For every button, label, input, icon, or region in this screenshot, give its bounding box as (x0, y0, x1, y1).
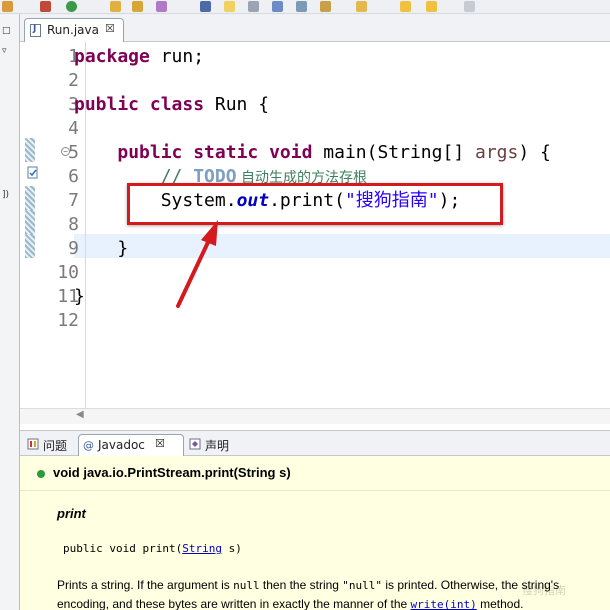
tab-label: Run.java (47, 23, 99, 37)
tab-label: Javadoc (98, 438, 145, 452)
javadoc-declaration: public void print(String s) (63, 542, 242, 555)
left-panel-edge: □ ▿ ]) (0, 14, 20, 610)
javadoc-icon: @ (83, 439, 94, 451)
toolbar-outline-icon[interactable] (296, 1, 307, 12)
string-type-link[interactable]: String (182, 542, 222, 555)
java-file-icon (30, 24, 41, 37)
scroll-left-icon[interactable]: ◀ (76, 409, 84, 420)
code-text-segment: } (74, 286, 85, 307)
watermark-logo: 搜狗指南 (522, 584, 566, 597)
toolbar-pin-icon[interactable] (320, 1, 331, 12)
panel-overflow-icon: ]) (2, 190, 10, 200)
code-text-segment: ) { (518, 142, 551, 163)
change-marker (25, 138, 35, 162)
toolbar-build-icon[interactable] (40, 1, 51, 12)
code-line-11: } (74, 285, 85, 309)
parameter: args (475, 142, 519, 163)
overview-ruler (24, 42, 38, 408)
change-marker (25, 210, 35, 234)
bottom-view-tab-bar: 问题 @ Javadoc ☒ 声明 (20, 430, 610, 456)
toolbar-edit-icon[interactable] (156, 1, 167, 12)
fold-icon[interactable]: − (61, 147, 70, 156)
keyword: package (74, 46, 150, 67)
code-text-segment: public void print( (63, 542, 183, 555)
write-int-link[interactable]: write(int) (411, 598, 477, 610)
code-line-1: package run; (74, 45, 204, 69)
editor-tab-bar: Run.java ☒ (20, 14, 610, 42)
tab-label: 声明 (205, 439, 230, 453)
divider (20, 490, 610, 491)
bullet-icon (37, 470, 45, 478)
code-editor[interactable]: 1 2 3 4 5 6 7 8 9 10 11 12 − package run… (20, 42, 610, 408)
close-icon[interactable]: ☒ (155, 437, 165, 450)
text-segment: then the string (259, 578, 343, 592)
toolbar-next-icon[interactable] (272, 1, 283, 12)
code-text[interactable]: package run; public class Run { public s… (74, 42, 610, 408)
text-segment: Prints a string. If the argument is (57, 578, 234, 592)
svg-text:@: @ (83, 439, 94, 451)
code-text-segment: run; (149, 46, 205, 67)
tab-problems[interactable]: 问题 (24, 434, 76, 456)
toolbar-refresh-icon[interactable] (66, 1, 77, 12)
javadoc-signature: void java.io.PrintStream.print(String s) (53, 465, 291, 480)
toolbar-open-icon[interactable] (110, 1, 121, 12)
main-toolbar (0, 0, 610, 14)
change-marker (25, 234, 35, 258)
tab-javadoc[interactable]: @ Javadoc ☒ (78, 434, 184, 456)
text-segment: encoding, and these bytes are written in… (57, 597, 411, 610)
panel-minimize-icon[interactable]: □ (2, 26, 11, 36)
code-text-segment: main(String[] (312, 142, 475, 163)
declaration-icon (189, 438, 201, 450)
toolbar-arrow-icon[interactable] (464, 1, 475, 12)
javadoc-method-name: print (57, 506, 86, 521)
toolbar-forward-icon[interactable] (426, 1, 437, 12)
code-null-string: "null" (342, 579, 383, 592)
change-marker (25, 186, 35, 210)
code-line-5: public static void main(String[] args) { (74, 141, 551, 165)
tab-run-java[interactable]: Run.java ☒ (24, 18, 124, 42)
code-null: null (233, 579, 260, 592)
tab-label: 问题 (43, 439, 68, 453)
toolbar-highlight-icon[interactable] (224, 1, 235, 12)
code-text-segment: s) (221, 542, 242, 555)
toolbar-back-icon[interactable] (400, 1, 411, 12)
code-line-3: public class Run { (74, 93, 269, 117)
toolbar-tool-icon[interactable] (2, 1, 13, 12)
annotation-highlight-box (127, 183, 503, 225)
toolbar-run-icon[interactable] (200, 1, 211, 12)
close-icon[interactable]: ☒ (105, 22, 115, 35)
text-segment: method. (476, 597, 524, 610)
problems-icon (27, 438, 39, 450)
code-text-segment: } (74, 238, 129, 259)
panel-menu-icon[interactable]: ▿ (2, 46, 7, 56)
keyword: public static void (117, 142, 313, 163)
horizontal-scrollbar[interactable]: ◀ (20, 408, 610, 424)
toolbar-nav-icon[interactable] (356, 1, 367, 12)
keyword: public class (74, 94, 205, 115)
toolbar-folder-icon[interactable] (132, 1, 143, 12)
code-text-segment: Run { (204, 94, 270, 115)
code-line-9: } (74, 237, 128, 261)
tab-declaration[interactable]: 声明 (186, 434, 242, 456)
toolbar-search-icon[interactable] (248, 1, 259, 12)
